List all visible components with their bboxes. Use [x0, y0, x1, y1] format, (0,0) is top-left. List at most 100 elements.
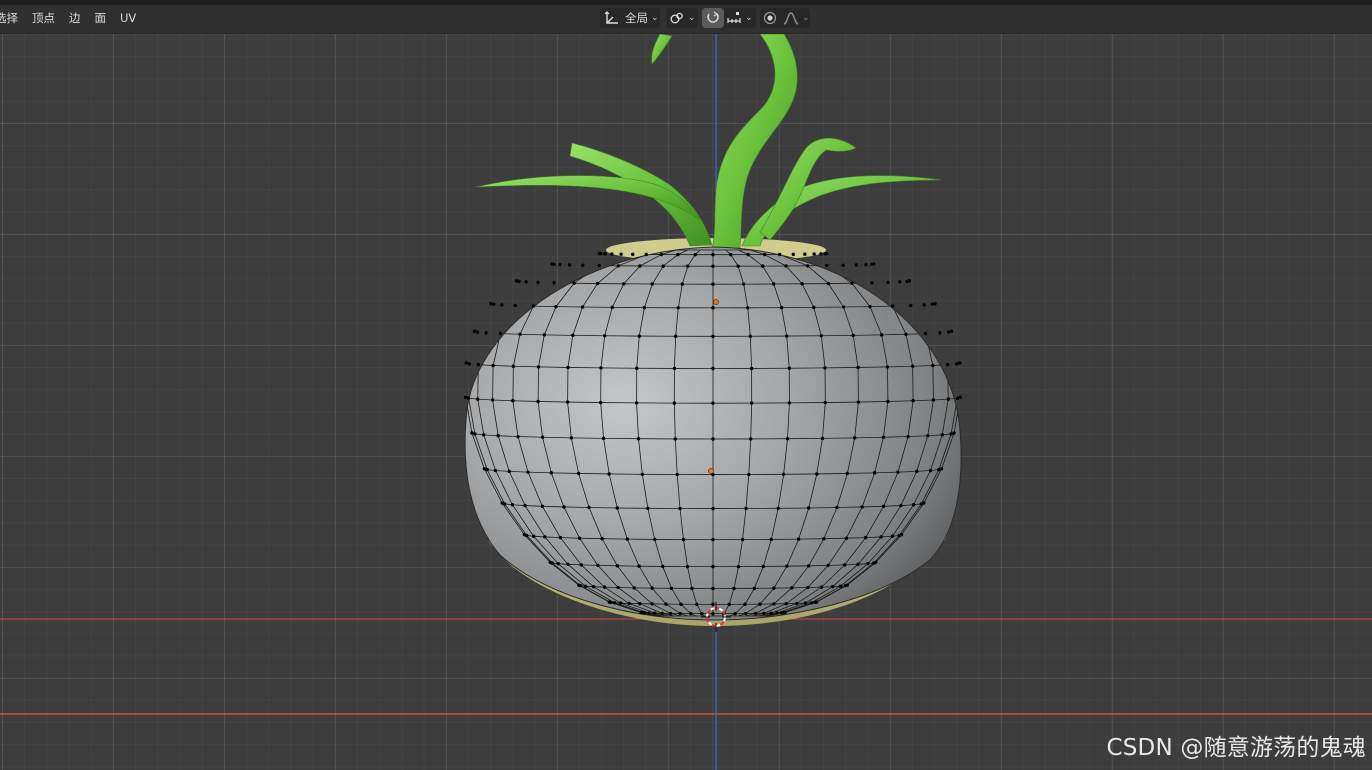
- mesh-vertex: [842, 563, 847, 567]
- mesh-vertex: [711, 401, 715, 405]
- mesh-vertex: [472, 329, 477, 334]
- menu-uv[interactable]: UV: [113, 11, 143, 25]
- mesh-vertex: [500, 303, 504, 307]
- mesh-vertex: [602, 585, 607, 589]
- mesh-vertex: [772, 602, 776, 606]
- mesh-vertex: [601, 436, 606, 441]
- mesh-vertex: [647, 611, 651, 615]
- mesh-vertex: [807, 506, 811, 510]
- mesh-vertex: [695, 602, 699, 607]
- mesh-vertex: [769, 611, 773, 615]
- mesh-vertex: [464, 361, 468, 365]
- scene-canvas[interactable]: [0, 0, 1372, 770]
- mesh-vertex: [711, 564, 715, 569]
- snap-toggle[interactable]: [702, 8, 724, 28]
- mesh-vertex: [615, 564, 620, 568]
- mesh-vertex: [841, 305, 846, 309]
- mesh-vertex: [638, 264, 642, 268]
- mesh-vertex: [853, 436, 857, 440]
- snap-target-dropdown[interactable]: ⌄: [724, 8, 756, 28]
- mesh-vertex: [536, 280, 540, 285]
- mesh-vertex: [910, 364, 915, 368]
- mesh-vertex: [660, 564, 665, 569]
- mesh-vertex: [542, 333, 547, 337]
- mesh-vertex: [890, 304, 895, 308]
- mesh-vertex: [562, 505, 566, 509]
- mesh-vertex: [485, 467, 489, 472]
- 3d-viewport[interactable]: [0, 0, 1372, 770]
- mesh-vertex: [949, 432, 953, 436]
- mesh-vertex: [753, 611, 757, 616]
- link-rings-icon: [670, 12, 683, 24]
- pivot-point-dropdown[interactable]: ⌄: [666, 8, 698, 28]
- mesh-vertex: [812, 252, 816, 256]
- proportional-editing-toggle[interactable]: [760, 8, 780, 28]
- mesh-vertex: [926, 434, 930, 438]
- mesh-vertex: [796, 537, 801, 541]
- mesh-vertex: [678, 611, 683, 616]
- mesh-vertex: [678, 506, 682, 511]
- mesh-vertex: [803, 601, 808, 605]
- mesh-vertex: [907, 279, 912, 283]
- mesh-vertex: [498, 331, 503, 336]
- transform-orientation-dropdown[interactable]: 全局 ⌄: [600, 8, 660, 28]
- mesh-vertex: [567, 263, 572, 267]
- mesh-vertex: [748, 334, 753, 338]
- mesh-vertex: [566, 365, 570, 370]
- mesh-vertex: [911, 503, 916, 507]
- mesh-vertex: [493, 468, 498, 473]
- mesh-vertex: [898, 280, 902, 284]
- mesh-vertex: [646, 506, 650, 511]
- mesh-vertex: [526, 470, 530, 474]
- mesh-vertex: [711, 366, 715, 371]
- mesh-vertex: [885, 365, 890, 369]
- menu-face[interactable]: 面: [88, 10, 114, 26]
- menu-select[interactable]: 选择: [0, 10, 25, 26]
- mesh-vertex: [607, 472, 611, 476]
- mesh-vertex: [711, 506, 715, 511]
- mesh-vertex: [673, 334, 678, 338]
- mesh-vertex: [510, 503, 515, 507]
- menu-vertex[interactable]: 顶点: [25, 10, 62, 26]
- proportional-falloff-dropdown[interactable]: ⌄: [780, 8, 810, 28]
- mesh-vertex: [700, 611, 704, 616]
- menu-edge[interactable]: 边: [62, 10, 88, 26]
- falloff-curve-icon: [783, 12, 799, 25]
- mesh-vertex: [922, 501, 926, 505]
- mesh-vertex: [576, 471, 581, 476]
- mesh-vertex: [531, 534, 536, 538]
- mesh-vertex: [711, 611, 715, 616]
- mesh-vertex: [711, 252, 715, 257]
- mesh-vertex: [879, 535, 883, 539]
- mesh-vertex: [577, 536, 582, 540]
- mesh-vertex: [854, 263, 859, 267]
- mesh-vertex: [779, 305, 784, 310]
- snap-increment-icon: [727, 12, 741, 23]
- mesh-vertex: [945, 362, 950, 367]
- mesh-vertex: [637, 564, 641, 568]
- mesh-vertex: [467, 362, 471, 366]
- mesh-vertex: [864, 262, 868, 267]
- mesh-vertex: [603, 334, 607, 338]
- mesh-vertex: [749, 366, 754, 371]
- mesh-vertex: [856, 562, 860, 567]
- mesh-vertex: [711, 264, 715, 268]
- mesh-vertex: [958, 361, 962, 365]
- mesh-vertex: [830, 584, 835, 589]
- mesh-vertex: [845, 583, 849, 587]
- mesh-vertex: [911, 399, 915, 403]
- mesh-vertex: [856, 400, 861, 404]
- mesh-vertex: [803, 252, 807, 256]
- mesh-vertex: [507, 469, 511, 474]
- mesh-vertex: [743, 611, 748, 616]
- mesh-vertex: [749, 437, 753, 441]
- mesh-vertex: [676, 252, 680, 257]
- edit-menu-bar: 选择 顶点 边 面 UV: [0, 5, 143, 31]
- mesh-vertex: [940, 433, 944, 437]
- mesh-vertex: [616, 585, 620, 590]
- mesh-vertex: [616, 264, 621, 268]
- mesh-vertex: [915, 469, 919, 474]
- mesh-vertex: [775, 611, 779, 615]
- mesh-vertex: [844, 536, 849, 540]
- mesh-vertex: [591, 584, 596, 589]
